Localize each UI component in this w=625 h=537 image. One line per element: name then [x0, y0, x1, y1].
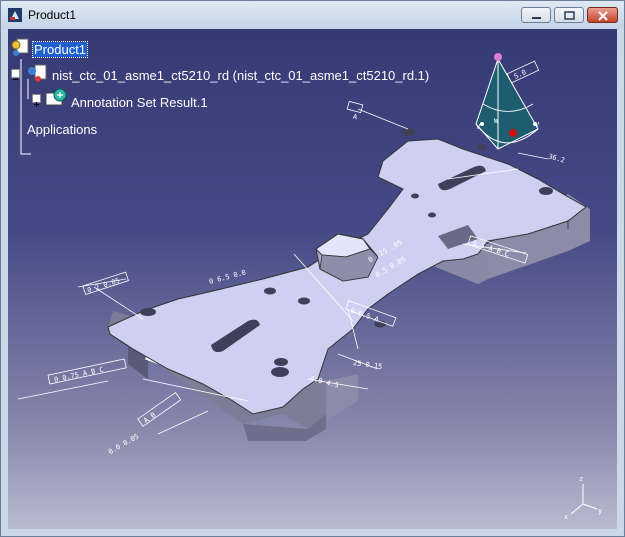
catia-app-icon — [8, 8, 22, 22]
application-window: Product1 0 0.5 A 0 0.75 A B C 0 2 0.05 2… — [0, 0, 625, 537]
expand-annotation-set-toggle[interactable] — [32, 94, 41, 107]
product-icon[interactable] — [10, 37, 32, 59]
minus-icon — [13, 79, 18, 80]
tree-item-annotation-set[interactable]: Annotation Set Result.1 — [71, 95, 208, 110]
tree-item-part[interactable]: nist_ctc_01_asme1_ct5210_rd (nist_ctc_01… — [52, 68, 429, 83]
annotation-size-top[interactable]: 0 6.5 0.0 — [208, 268, 247, 286]
annotation-hole-callout-3[interactable]: 0.0 0.05 — [107, 432, 140, 456]
annotation-set-icon[interactable] — [44, 87, 70, 109]
minimize-button[interactable] — [521, 7, 551, 23]
part-icon[interactable] — [26, 63, 52, 85]
tree-item-applications[interactable]: Applications — [27, 122, 97, 137]
window-title: Product1 — [28, 8, 77, 22]
plus-icon — [34, 102, 39, 107]
collapse-part-toggle[interactable] — [11, 69, 20, 80]
axis-x-label: x — [564, 513, 568, 521]
3d-viewport[interactable]: 0 0.5 A 0 0.75 A B C 0 2 0.05 25 0.15 A … — [8, 29, 617, 529]
close-icon — [598, 11, 608, 21]
axis-y-label: y — [598, 507, 602, 515]
annotation-datum-ab[interactable]: A B — [142, 411, 157, 425]
annotation-diameter-bottom[interactable]: 25 0.15 — [352, 359, 382, 371]
axis-triad — [570, 484, 598, 515]
annotation-dim-right[interactable]: 36.2 — [547, 153, 565, 165]
compass-widget[interactable]: V V W S.0 — [475, 53, 540, 150]
title-bar: Product1 — [1, 1, 624, 29]
close-button[interactable] — [587, 7, 618, 23]
tree-item-product1[interactable]: Product1 — [31, 41, 89, 58]
compass-axis-right: V — [535, 121, 540, 129]
restore-button[interactable] — [554, 7, 584, 23]
specification-tree: Product1 nist_ctc_01_asme1_ct5210_rd (ni… — [8, 29, 468, 155]
axis-z-label: z — [579, 475, 583, 483]
restore-icon — [564, 11, 575, 20]
minimize-icon — [532, 17, 541, 19]
